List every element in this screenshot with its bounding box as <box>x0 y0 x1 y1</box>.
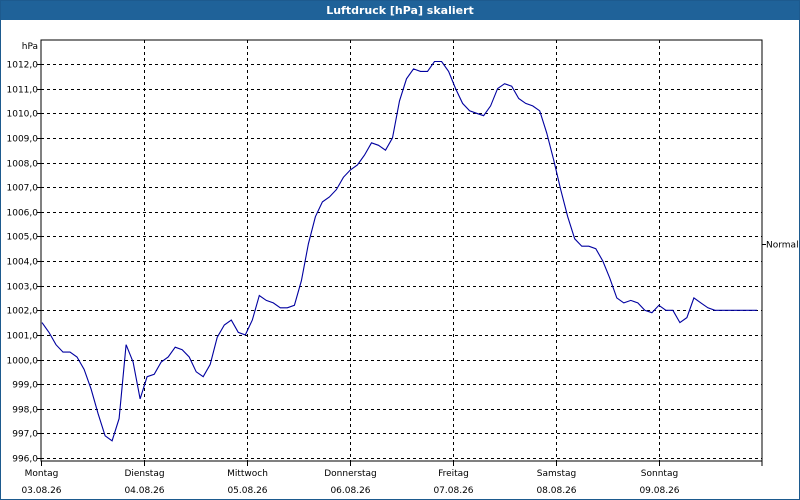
y-tick-label: 1012,0 <box>7 61 39 71</box>
reference-line-label: Normal <box>766 241 799 251</box>
y-tick-label: 1010,0 <box>7 110 39 120</box>
grid <box>41 40 762 461</box>
chart-canvas: 996,0 997,0 998,0 999,0 1000,0 1001,0 1002,0 10… <box>7 39 799 496</box>
y-tick-label: 1007,0 <box>7 184 39 194</box>
y-tick-label: 1009,0 <box>7 135 39 145</box>
x-tick-label: Dienstag 04.08.26 <box>124 469 164 496</box>
y-tick-label: 996,0 <box>12 455 38 465</box>
y-tick-label: 999,0 <box>12 381 38 391</box>
x-tick-labels: Montag 03.08.26 Dienstag 04.08.26 Mittwoch 05… <box>21 469 679 496</box>
y-tick-label: 1004,0 <box>7 258 39 268</box>
x-tick-label: Freitag 07.08.26 <box>433 469 473 496</box>
x-tick-day: Freitag <box>438 469 469 479</box>
x-tick-date: 06.08.26 <box>330 486 370 496</box>
x-tick-date: 03.08.26 <box>21 486 61 496</box>
x-tick-label: Sonntag 09.08.26 <box>639 469 679 496</box>
axes <box>37 39 766 466</box>
y-tick-label: 1003,0 <box>7 283 39 293</box>
chart-window: Luftdruck [hPa] skaliert 996,0 997,0 998,0… <box>0 0 800 500</box>
y-tick-label: 997,0 <box>12 430 38 440</box>
x-tick-label: Mittwoch 05.08.26 <box>227 469 268 496</box>
x-tick-day: Mittwoch <box>227 469 268 479</box>
series-line <box>41 60 757 442</box>
y-tick-label: 1002,0 <box>7 307 39 317</box>
y-tick-label: 998,0 <box>12 406 38 416</box>
y-tick-label: 1006,0 <box>7 209 39 219</box>
y-tick-labels: 996,0 997,0 998,0 999,0 1000,0 1001,0 1002,0 10… <box>7 61 39 465</box>
x-tick-day: Dienstag <box>124 469 164 479</box>
x-tick-date: 09.08.26 <box>639 486 679 496</box>
y-tick-label: 1000,0 <box>7 357 39 367</box>
series-layer <box>41 60 757 442</box>
y-tick-label: 1001,0 <box>7 332 39 342</box>
plot-frame <box>40 39 763 462</box>
y-axis-label: hPa <box>22 42 38 52</box>
x-tick-label: Donnerstag 06.08.26 <box>324 469 377 496</box>
x-tick-day: Samstag <box>537 469 576 479</box>
x-tick-label: Samstag 08.08.26 <box>536 469 576 496</box>
x-tick-date: 04.08.26 <box>124 486 164 496</box>
y-tick-label: 1011,0 <box>7 86 39 96</box>
x-tick-label: Montag 03.08.26 <box>21 469 61 496</box>
y-tick-label: 1005,0 <box>7 233 39 243</box>
x-tick-date: 05.08.26 <box>227 486 267 496</box>
x-tick-day: Sonntag <box>641 469 678 479</box>
x-tick-day: Montag <box>25 469 59 479</box>
x-tick-date: 08.08.26 <box>536 486 576 496</box>
x-tick-day: Donnerstag <box>324 469 377 479</box>
y-tick-label: 1008,0 <box>7 160 39 170</box>
x-tick-date: 07.08.26 <box>433 486 473 496</box>
